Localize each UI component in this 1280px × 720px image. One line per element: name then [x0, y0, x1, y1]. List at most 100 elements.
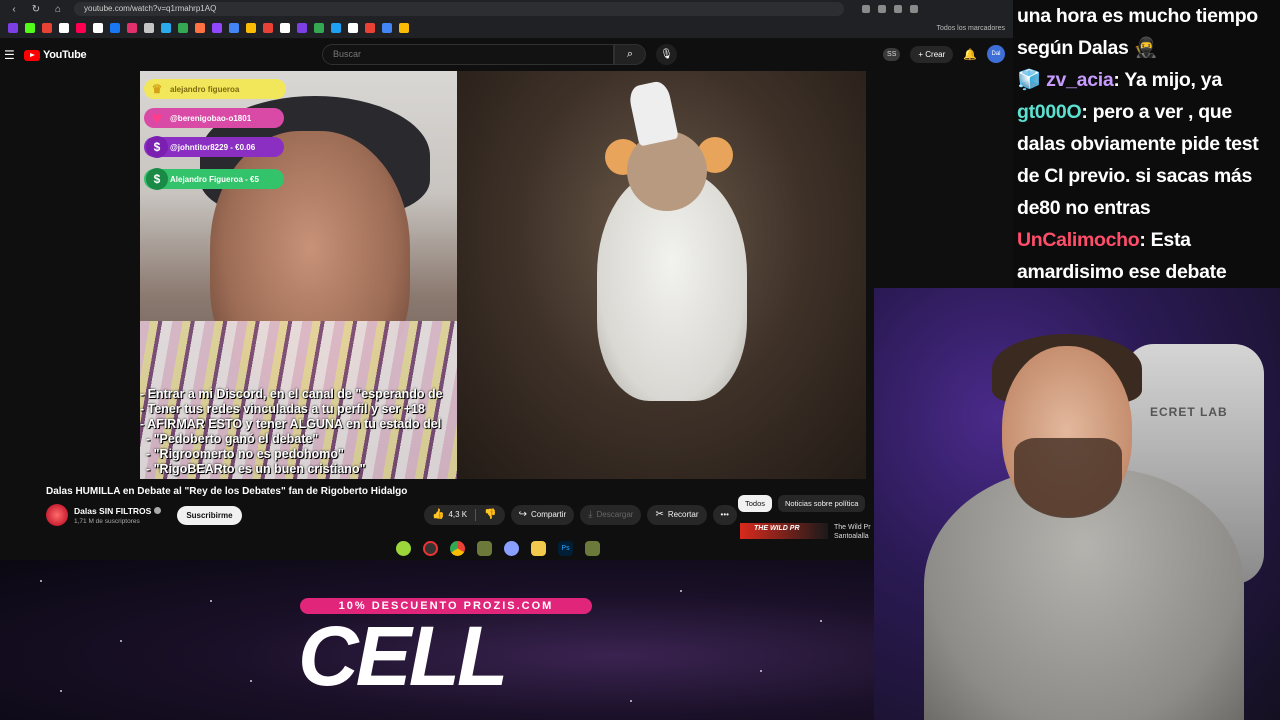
subscriber-count: 1,71 M de suscriptores — [74, 517, 140, 525]
donation-name: @johntitor8229 - €0.06 — [170, 142, 256, 152]
search-button[interactable]: ⌕ — [614, 44, 646, 65]
crown-icon: ♛ — [151, 82, 163, 96]
channel-name[interactable]: Dalas SIN FILTROS — [74, 506, 162, 516]
bookmark-icon[interactable] — [382, 23, 392, 33]
stream-screen: ‹ ↻ ⌂ youtube.com/watch?v=q1rmahrp1AQ To… — [0, 0, 1280, 720]
chat-text: según Dalas 🥷 — [1017, 37, 1158, 59]
photoshop-icon[interactable]: Ps — [558, 541, 573, 556]
youtube-logo[interactable]: YouTube — [24, 49, 87, 61]
chrome-icon[interactable] — [450, 541, 465, 556]
recommended-title[interactable]: The Wild Pr Santoalalla — [834, 523, 874, 539]
chip-all[interactable]: Todos — [738, 495, 773, 512]
dock: Ps — [396, 541, 600, 556]
extension-icon[interactable] — [878, 5, 886, 13]
extension-icon[interactable] — [862, 5, 870, 13]
streamer-webcam: ECRET LAB — [874, 288, 1280, 720]
video-title: Dalas HUMILLA en Debate al "Rey de los D… — [46, 486, 408, 497]
coin-icon: $ — [146, 136, 168, 158]
bookmark-icon[interactable] — [144, 23, 154, 33]
bookmark-icon[interactable] — [195, 23, 205, 33]
chat-message: según Dalas 🥷 — [1017, 32, 1276, 64]
bookmark-icon[interactable] — [161, 23, 171, 33]
app-icon[interactable] — [423, 541, 438, 556]
bookmark-icon[interactable] — [365, 23, 375, 33]
menu-icon[interactable]: ☰ — [4, 48, 18, 62]
subscribe-button[interactable]: Suscribirme — [177, 505, 242, 525]
url-bar[interactable]: youtube.com/watch?v=q1rmahrp1AQ — [74, 2, 844, 16]
channel-avatar[interactable] — [46, 504, 68, 526]
video-rules-text: - Entrar a mi Discord, en el canal de "e… — [140, 387, 457, 477]
bookmark-icon[interactable] — [246, 23, 256, 33]
bookmark-icon[interactable] — [212, 23, 222, 33]
chat-message: dalas obviamente pide test — [1017, 128, 1276, 160]
chat-text: dalas obviamente pide test — [1017, 133, 1259, 155]
donation-alert: ♥ @berenigobao-o1801 — [144, 108, 284, 128]
notifications-bell-icon[interactable]: 🔔 — [963, 48, 977, 61]
bookmark-icon[interactable] — [25, 23, 35, 33]
reload-icon[interactable]: ↻ — [30, 4, 42, 15]
bookmark-icon[interactable] — [110, 23, 120, 33]
chat-username[interactable]: UnCalimocho — [1017, 229, 1140, 251]
folder-icon[interactable] — [531, 541, 546, 556]
chip-politics-news[interactable]: Noticias sobre política — [778, 495, 866, 512]
app-icon[interactable] — [477, 541, 492, 556]
bookmark-icon[interactable] — [331, 23, 341, 33]
channel-name-text[interactable]: Dalas SIN FILTROS — [74, 506, 151, 516]
share-button[interactable]: ↪ Compartir — [510, 505, 575, 525]
back-icon[interactable]: ‹ — [8, 4, 20, 15]
app-icon[interactable] — [585, 541, 600, 556]
profile-icon[interactable] — [910, 5, 918, 13]
bookmark-icon[interactable] — [59, 23, 69, 33]
app-icon[interactable] — [396, 541, 411, 556]
search-icon: ⌕ — [626, 48, 634, 60]
search-input[interactable]: Buscar — [322, 44, 614, 65]
bookmark-icon[interactable] — [8, 23, 18, 33]
streamer-beard — [1014, 438, 1122, 518]
voice-search-button[interactable]: 🎙 — [656, 44, 677, 65]
chef-hat — [627, 79, 679, 147]
recommended-thumbnail[interactable]: THE WILD PR — [740, 523, 828, 539]
dislike-button[interactable]: 👎 — [476, 505, 504, 525]
stream-chat: una hora es mucho tiempo según Dalas 🥷 🧊… — [1013, 0, 1280, 288]
scissors-icon: ✂ — [655, 509, 664, 520]
chat-username[interactable]: gt000O — [1017, 101, 1082, 123]
more-actions-button[interactable]: ••• — [712, 505, 737, 525]
chair-logo: ECRET LAB — [1150, 405, 1228, 419]
rules-line: - "RigoBEARto es un buen cristiano" — [146, 462, 366, 476]
bookmark-icon[interactable] — [93, 23, 103, 33]
bookmark-icon[interactable] — [178, 23, 188, 33]
chat-message: de CI previo. si sacas más — [1017, 160, 1276, 192]
bookmark-icon[interactable] — [297, 23, 307, 33]
download-label: Descargar — [596, 510, 634, 519]
chat-badge-icon: 🧊 — [1017, 69, 1041, 91]
chat-text: de CI previo. si sacas más — [1017, 165, 1252, 187]
video-left-panel: ♛ alejandro figueroa ♥ @berenigobao-o180… — [140, 71, 457, 479]
download-icon: ⤓ — [588, 509, 593, 520]
discord-icon[interactable] — [504, 541, 519, 556]
ss-badge[interactable]: SS — [883, 47, 901, 61]
chat-username[interactable]: zv_acia — [1046, 69, 1114, 91]
like-button[interactable]: 👍 4,3 K — [424, 505, 475, 525]
extension-icon[interactable] — [894, 5, 902, 13]
bookmark-icon[interactable] — [127, 23, 137, 33]
bookmark-icon[interactable] — [42, 23, 52, 33]
bookmark-icon[interactable] — [314, 23, 324, 33]
bookmark-icon[interactable] — [399, 23, 409, 33]
chat-message: amardisimo ese debate — [1017, 256, 1276, 288]
download-button[interactable]: ⤓ Descargar — [580, 505, 642, 525]
bookmark-icon[interactable] — [263, 23, 273, 33]
home-icon[interactable]: ⌂ — [52, 4, 64, 15]
bookmark-icon[interactable] — [348, 23, 358, 33]
video-player[interactable]: ♛ alejandro figueroa ♥ @berenigobao-o180… — [140, 71, 866, 479]
sponsor-headline: CELL — [298, 609, 508, 703]
account-avatar[interactable]: Dal — [987, 45, 1005, 63]
donation-name: @berenigobao-o1801 — [170, 113, 252, 123]
bookmark-icon[interactable] — [280, 23, 290, 33]
money-icon: $ — [146, 168, 168, 190]
bookmark-icon[interactable] — [76, 23, 86, 33]
extension-icons — [862, 5, 918, 13]
all-bookmarks-link[interactable]: Todos los marcadores — [937, 25, 1005, 32]
bookmark-icon[interactable] — [229, 23, 239, 33]
clip-button[interactable]: ✂ Recortar — [647, 505, 707, 525]
create-button[interactable]: + Crear — [910, 45, 954, 63]
